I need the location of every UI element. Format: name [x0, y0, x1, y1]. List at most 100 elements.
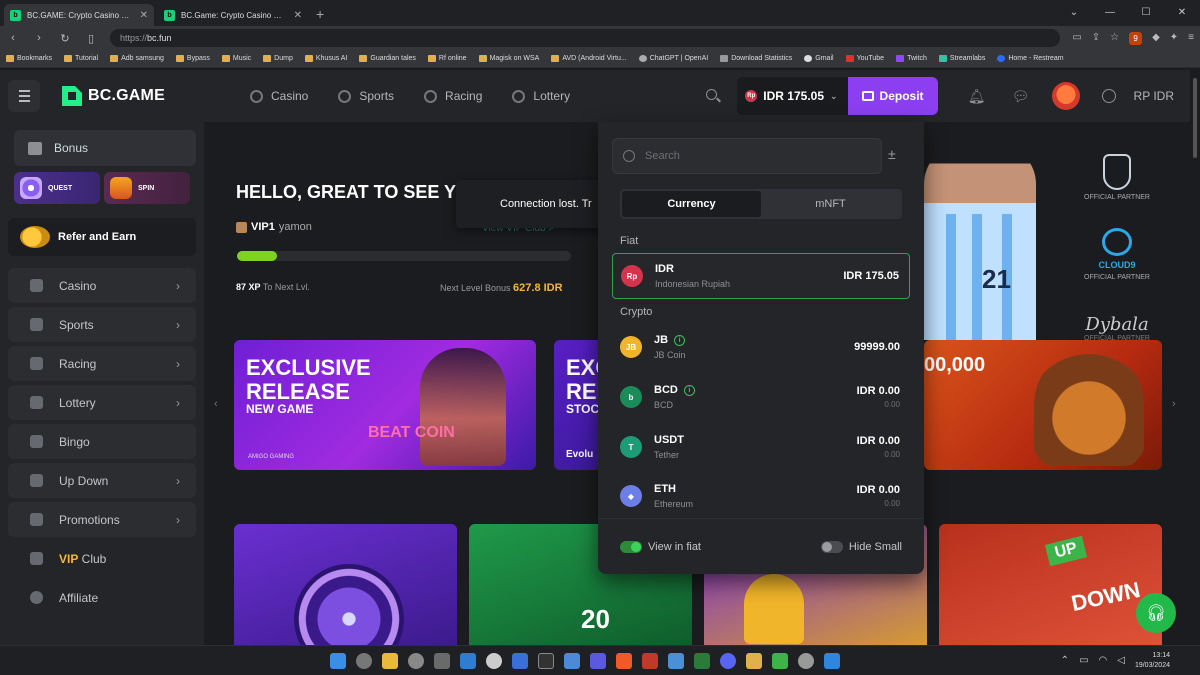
sidebar-bonus[interactable]: Bonus	[14, 130, 196, 166]
close-window-button[interactable]: ✕	[1164, 0, 1200, 24]
app-icon[interactable]	[772, 652, 788, 669]
info-icon[interactable]: i	[683, 384, 695, 396]
bookmark-item[interactable]: Home - Restream	[997, 55, 1064, 62]
page-scrollbar[interactable]	[1190, 70, 1200, 645]
banner-evolution[interactable]: EXCREL STOC Evolu	[554, 340, 604, 470]
close-tab-icon[interactable]: ✕	[140, 10, 148, 21]
brave-shield-icon[interactable]: 9	[1129, 31, 1143, 45]
sort-icon[interactable]: ±	[888, 146, 896, 162]
app-icon[interactable]	[460, 652, 476, 669]
minimize-button[interactable]: —	[1092, 0, 1128, 24]
banner-beat-coin[interactable]: EXCLUSIVE RELEASE NEW GAME BEAT COIN AMIG…	[234, 340, 536, 470]
currency-search-input[interactable]: Search	[612, 138, 882, 174]
bookmark-item[interactable]: ChatGPT | OpenAI	[638, 55, 708, 62]
bookmark-item[interactable]: Rf online	[427, 55, 467, 62]
menu-toggle-button[interactable]	[8, 80, 40, 112]
balance-selector[interactable]: Rp IDR 175.05 ⌄	[737, 77, 848, 115]
bookmark-item[interactable]: Guardian tales	[359, 55, 416, 62]
network-icon[interactable]: ▭	[1079, 655, 1088, 666]
bookmark-item[interactable]: Magisk on WSA	[478, 55, 539, 62]
currency-row-usdt[interactable]: T USDT Tether IDR 0.00 0.00	[612, 424, 910, 470]
extension-icon[interactable]: ◆	[1152, 32, 1160, 45]
tab-currency[interactable]: Currency	[622, 191, 761, 217]
bookmark-item[interactable]: Music	[221, 55, 251, 62]
menu-icon[interactable]: ≡	[1188, 32, 1194, 45]
volume-icon[interactable]: ◁	[1117, 655, 1125, 666]
currency-row-bcd[interactable]: b BCD i BCD IDR 0.00 0.00	[612, 374, 910, 420]
brave-browser-icon[interactable]	[616, 652, 632, 669]
forward-icon[interactable]: ›	[32, 32, 46, 44]
maximize-button[interactable]: ☐	[1128, 0, 1164, 24]
bookmark-item[interactable]: AVD (Android Virtu...	[551, 55, 627, 62]
bookmark-item[interactable]: Khusus AI	[304, 55, 347, 62]
tab-mnft[interactable]: mNFT	[761, 191, 900, 217]
info-icon[interactable]: i	[674, 334, 686, 346]
chevron-up-icon[interactable]: ⌃	[1061, 655, 1069, 666]
reload-icon[interactable]: ↻	[58, 32, 72, 45]
app-icon[interactable]	[512, 652, 528, 669]
bell-icon[interactable]: 🔔︎	[960, 79, 994, 113]
browser-tab[interactable]: b BC.Game: Crypto Casino Games & C ✕	[158, 4, 308, 26]
carousel-prev-icon[interactable]: ‹	[214, 398, 218, 410]
clock[interactable]: 13:14 19/03/2024	[1135, 651, 1170, 671]
hide-small-toggle[interactable]: Hide Small	[820, 540, 902, 553]
discord-icon[interactable]	[720, 652, 736, 669]
quest-button[interactable]: QUEST	[14, 172, 100, 204]
app-icon[interactable]	[590, 652, 606, 669]
game-tile-updown[interactable]: UP DOWN	[939, 524, 1162, 645]
globe-icon[interactable]	[1101, 89, 1116, 103]
deposit-button[interactable]: Deposit	[847, 77, 938, 115]
app-icon[interactable]	[642, 652, 658, 669]
currency-label[interactable]: RP IDR	[1134, 89, 1174, 103]
star-icon[interactable]: ☆	[1110, 32, 1119, 45]
sidebar-item-affiliate[interactable]: Affiliate	[8, 580, 196, 615]
back-icon[interactable]: ‹	[6, 32, 20, 44]
sidebar-item-lottery[interactable]: Lottery ›	[8, 385, 196, 420]
nav-casino[interactable]: Casino	[250, 89, 308, 103]
nav-lottery[interactable]: Lottery	[512, 89, 570, 103]
sidebar-item-casino[interactable]: Casino ›	[8, 268, 196, 303]
sidebar-item-bingo[interactable]: Bingo	[8, 424, 196, 459]
settings-icon[interactable]	[356, 652, 372, 669]
refer-and-earn-button[interactable]: Refer and Earn	[8, 218, 196, 256]
currency-row-eth[interactable]: ◆ ETH Ethereum IDR 0.00 0.00	[612, 473, 910, 519]
puzzle-icon[interactable]: ✦	[1170, 32, 1178, 45]
bookmark-item[interactable]: Bookmarks	[6, 55, 52, 62]
app-icon[interactable]	[434, 652, 450, 669]
clock-app-icon[interactable]	[486, 652, 502, 669]
app-icon[interactable]	[746, 652, 762, 669]
toggle-switch[interactable]	[620, 540, 642, 553]
sidebar-item-promotions[interactable]: Promotions ›	[8, 502, 196, 537]
currency-row-jb[interactable]: JB JB i JB Coin 99999.00	[612, 324, 910, 370]
bookmark-item[interactable]: Twitch	[896, 55, 927, 62]
search-icon[interactable]	[705, 88, 721, 104]
sidebar-item-sports[interactable]: Sports ›	[8, 307, 196, 342]
terminal-icon[interactable]	[538, 652, 554, 669]
close-tab-icon[interactable]: ✕	[294, 10, 302, 21]
sidebar-item-racing[interactable]: Racing ›	[8, 346, 196, 381]
share-icon[interactable]: ⇪	[1092, 32, 1100, 45]
chat-icon[interactable]: 💬︎	[1004, 79, 1038, 113]
sidebar-item-vip-club[interactable]: VIP Club	[8, 541, 196, 576]
bookmark-item[interactable]: Tutorial	[64, 55, 98, 62]
bookmark-item[interactable]: Streamlabs	[938, 55, 985, 62]
spin-button[interactable]: SPIN	[104, 172, 190, 204]
mail-icon[interactable]	[668, 652, 684, 669]
view-in-fiat-toggle[interactable]: View in fiat	[620, 540, 701, 553]
currency-row-idr[interactable]: Rp IDR Indonesian Rupiah IDR 175.05	[612, 253, 910, 299]
toggle-switch[interactable]	[820, 540, 843, 553]
bookmark-item[interactable]: Dump	[263, 55, 293, 62]
url-field[interactable]: https:// bc.fun	[110, 29, 1061, 47]
carousel-next-icon[interactable]: ›	[1172, 398, 1176, 410]
cast-icon[interactable]: ▭	[1072, 32, 1081, 45]
avatar[interactable]	[1051, 82, 1080, 110]
bookmark-item[interactable]: Bypass	[175, 55, 210, 62]
sidebar-item-up-down[interactable]: Up Down ›	[8, 463, 196, 498]
gear-icon[interactable]	[408, 652, 424, 669]
bookmark-item[interactable]: YouTube	[845, 55, 884, 62]
chrome-icon[interactable]	[798, 652, 814, 669]
bookmark-item[interactable]: Download Statistics	[720, 55, 792, 62]
wifi-icon[interactable]: ◠	[1099, 655, 1108, 666]
app-icon[interactable]	[564, 652, 580, 669]
file-explorer-icon[interactable]	[382, 652, 398, 669]
